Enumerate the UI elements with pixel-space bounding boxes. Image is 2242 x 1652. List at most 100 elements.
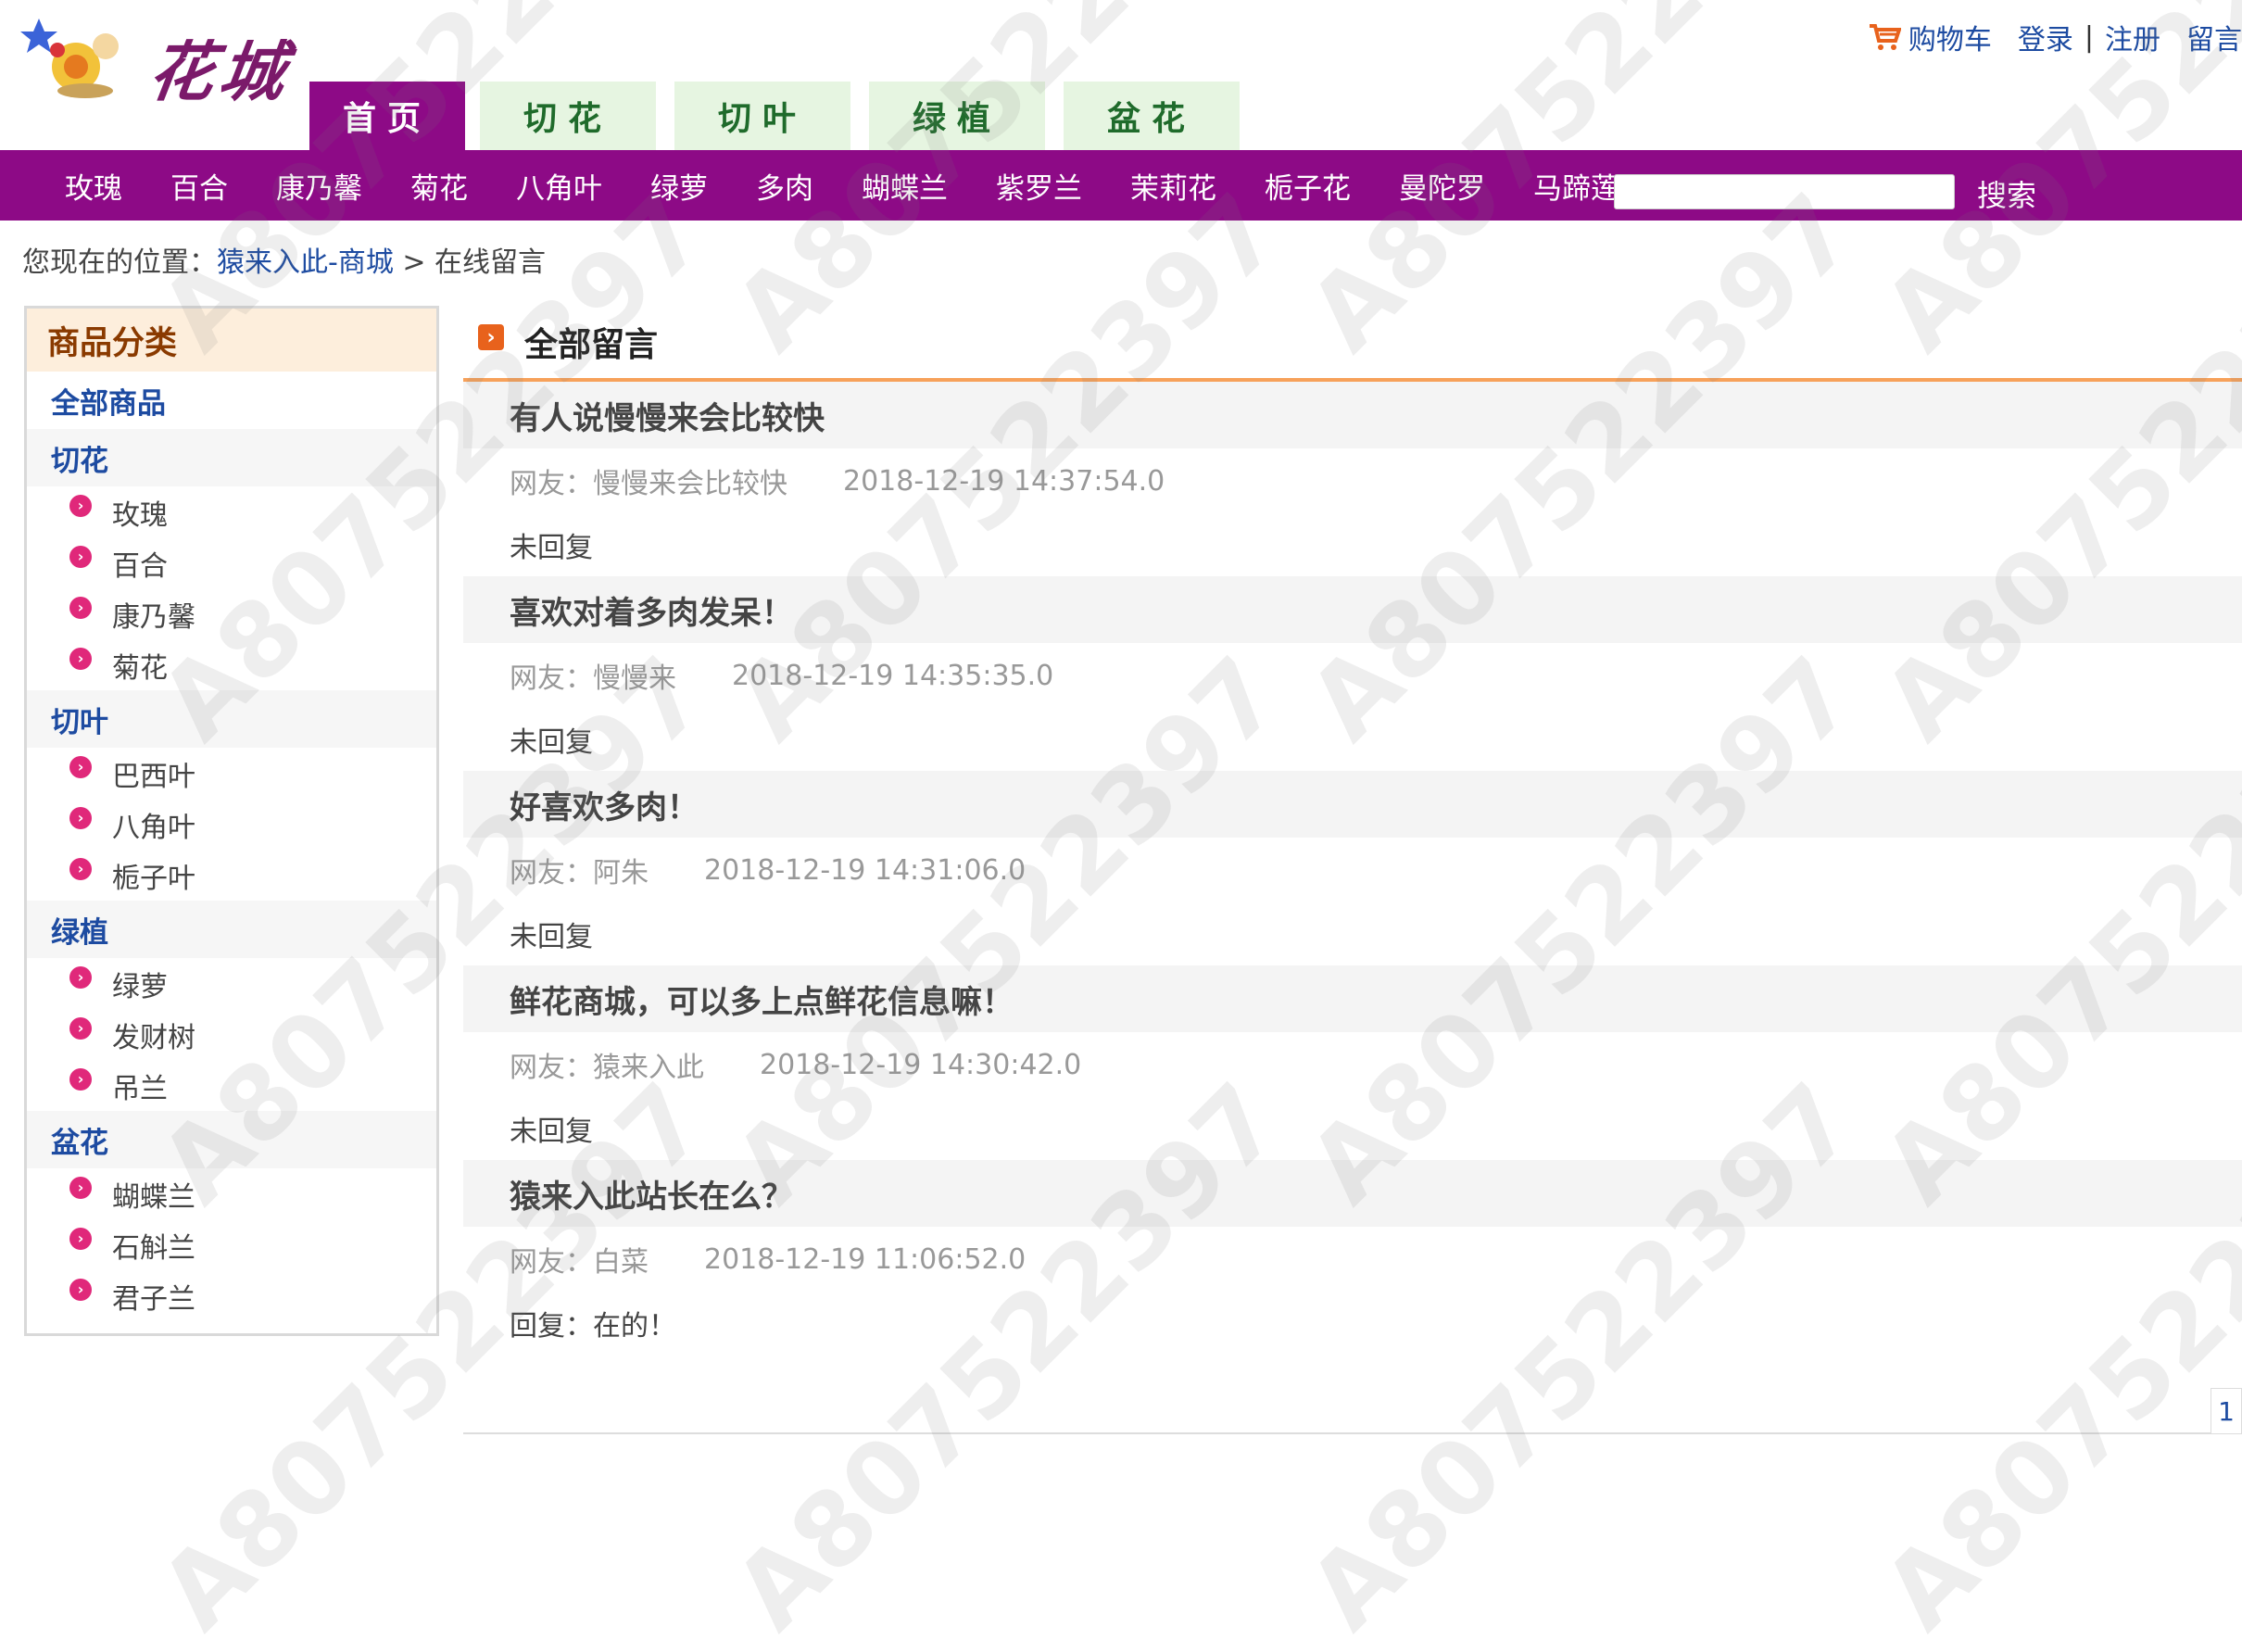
category-cut-leaves[interactable]: 切叶 — [27, 690, 436, 748]
arrow-bullet-icon: › — [69, 1278, 92, 1301]
category-sidebar: 商品分类 全部商品 切花 › 玫瑰 › 百合 › 康乃馨 › 菊花 切叶 › 巴西叶 › 八… — [24, 306, 439, 1336]
arrow-bullet-icon: › — [69, 857, 92, 880]
subcategory-item[interactable]: › 绿萝 — [27, 958, 436, 1009]
logo-text: 花城 — [144, 33, 296, 110]
tab-cut-leaves[interactable]: 切叶 — [674, 82, 850, 150]
nav-item-gardenia[interactable]: 栀子花 — [1265, 165, 1351, 207]
message-meta: 网友：猿来入此 2018-12-19 14:30:42.0 — [463, 1032, 2242, 1097]
arrow-bullet-icon: › — [69, 596, 92, 619]
subcategory-label: 石斛兰 — [112, 1231, 195, 1265]
nav-item-jasmine[interactable]: 茉莉花 — [1130, 165, 1216, 207]
nav-item-lily[interactable]: 百合 — [170, 165, 228, 207]
message-title: 喜欢对着多肉发呆！ — [463, 576, 2242, 643]
message-item: 好喜欢多肉！ 网友：阿朱 2018-12-19 14:31:06.0 未回复 — [463, 771, 2242, 965]
search-input[interactable] — [1614, 174, 1955, 209]
subcategory-item[interactable]: › 君子兰 — [27, 1270, 436, 1321]
message-meta: 网友：阿朱 2018-12-19 14:31:06.0 — [463, 838, 2242, 902]
message-time: 2018-12-19 11:06:52.0 — [704, 1242, 1027, 1276]
subcategory-item[interactable]: › 蝴蝶兰 — [27, 1168, 436, 1219]
nav-item-orchid[interactable]: 蝴蝶兰 — [862, 165, 948, 207]
breadcrumb-home-link[interactable]: 猿来入此-商城 — [217, 246, 394, 279]
subcategory-label: 蝴蝶兰 — [112, 1180, 195, 1214]
cart-link[interactable]: 购物车 — [1868, 17, 1992, 57]
subcategory-label: 绿萝 — [112, 970, 168, 1003]
nav-item-fatsia[interactable]: 八角叶 — [516, 165, 602, 207]
tab-cut-flowers[interactable]: 切花 — [480, 82, 656, 150]
nav-item-calla[interactable]: 马蹄莲 — [1533, 165, 1619, 207]
arrow-bullet-icon: › — [69, 545, 92, 568]
arrow-bullet-icon: › — [69, 965, 92, 989]
message-list: 有人说慢慢来会比较快 网友：慢慢来会比较快 2018-12-19 14:37:54… — [463, 382, 2242, 1355]
register-link[interactable]: 注册 — [2105, 17, 2160, 57]
message-link[interactable]: 留言 — [2186, 17, 2242, 57]
nav-item-succulent[interactable]: 多肉 — [756, 165, 813, 207]
tab-potted-flowers[interactable]: 盆花 — [1064, 82, 1240, 150]
message-item: 猿来入此站长在么？ 网友：白菜 2018-12-19 11:06:52.0 回复：… — [463, 1160, 2242, 1355]
category-tabs: 首页 切花 切叶 绿植 盆花 — [309, 82, 1258, 150]
message-author: 网友：白菜 — [510, 1246, 649, 1279]
message-author: 网友：慢慢来 — [510, 662, 676, 695]
nav-item-carnation[interactable]: 康乃馨 — [276, 165, 362, 207]
message-title: 鲜花商城，可以多上点鲜花信息嘛！ — [463, 965, 2242, 1032]
subcategory-label: 巴西叶 — [112, 760, 195, 793]
message-author: 网友：猿来入此 — [510, 1052, 704, 1084]
message-reply: 未回复 — [510, 921, 593, 953]
message-meta: 网友：慢慢来 2018-12-19 14:35:35.0 — [463, 643, 2242, 708]
pagination-page-1[interactable]: 1 — [2211, 1388, 2242, 1434]
top-links: 购物车 登录 | 注册 留言 — [1868, 17, 2242, 57]
nav-item-chrysanthemum[interactable]: 菊花 — [410, 165, 468, 207]
breadcrumb: 您现在的位置：猿来入此-商城 > 在线留言 — [22, 239, 546, 280]
tab-green-plants[interactable]: 绿植 — [869, 82, 1045, 150]
breadcrumb-current: 在线留言 — [435, 246, 547, 279]
subcategory-item[interactable]: › 玫瑰 — [27, 486, 436, 537]
search-button[interactable]: 搜索 — [1977, 172, 2036, 215]
site-logo[interactable]: 花城 — [20, 9, 298, 111]
category-potted-flowers[interactable]: 盆花 — [27, 1111, 436, 1168]
message-title: 好喜欢多肉！ — [463, 771, 2242, 838]
login-link[interactable]: 登录 — [2018, 17, 2073, 57]
subcategory-item[interactable]: › 栀子叶 — [27, 850, 436, 901]
category-cut-flowers[interactable]: 切花 — [27, 429, 436, 486]
subcategory-item[interactable]: › 石斛兰 — [27, 1219, 436, 1270]
arrow-bullet-icon: › — [69, 494, 92, 517]
subcategory-item[interactable]: › 吊兰 — [27, 1060, 436, 1111]
subcategory-item[interactable]: › 菊花 — [27, 639, 436, 690]
cart-icon — [1869, 24, 1901, 50]
message-board: › 全部留言 有人说慢慢来会比较快 网友：慢慢来会比较快 2018-12-19 1… — [463, 306, 2242, 1355]
message-reply: 未回复 — [510, 1116, 593, 1148]
message-meta: 网友：白菜 2018-12-19 11:06:52.0 — [463, 1227, 2242, 1292]
subcategory-item[interactable]: › 八角叶 — [27, 799, 436, 850]
category-all[interactable]: 全部商品 — [27, 372, 436, 429]
arrow-bullet-icon: › — [69, 647, 92, 670]
nav-item-pothos[interactable]: 绿萝 — [650, 165, 708, 207]
tab-home[interactable]: 首页 — [309, 82, 465, 150]
arrow-bullet-icon: › — [69, 1067, 92, 1091]
sidebar-title: 商品分类 — [27, 309, 436, 372]
breadcrumb-separator: > — [393, 246, 435, 279]
message-board-header: › 全部留言 — [463, 306, 2242, 382]
subcategory-item[interactable]: › 发财树 — [27, 1009, 436, 1060]
nav-item-rose[interactable]: 玫瑰 — [65, 165, 122, 207]
message-time: 2018-12-19 14:37:54.0 — [843, 464, 1165, 498]
message-reply: 未回复 — [510, 532, 593, 564]
cart-label: 购物车 — [1908, 24, 1992, 57]
subcategory-item[interactable]: › 康乃馨 — [27, 588, 436, 639]
link-separator: | — [2084, 20, 2094, 54]
subcategory-item[interactable]: › 百合 — [27, 537, 436, 588]
message-title: 有人说慢慢来会比较快 — [463, 382, 2242, 448]
message-author: 网友：阿朱 — [510, 857, 649, 889]
message-item: 鲜花商城，可以多上点鲜花信息嘛！ 网友：猿来入此 2018-12-19 14:30… — [463, 965, 2242, 1160]
subcategory-label: 玫瑰 — [112, 498, 168, 532]
nav-item-datura[interactable]: 曼陀罗 — [1399, 165, 1485, 207]
message-time: 2018-12-19 14:31:06.0 — [704, 853, 1027, 887]
product-nav-list: 玫瑰 百合 康乃馨 菊花 八角叶 绿萝 多肉 蝴蝶兰 紫罗兰 茉莉花 栀子花 曼… — [0, 165, 1668, 207]
category-green-plants[interactable]: 绿植 — [27, 901, 436, 958]
arrow-bullet-icon: › — [69, 1176, 92, 1199]
message-time: 2018-12-19 14:30:42.0 — [760, 1048, 1082, 1081]
subcategory-item[interactable]: › 巴西叶 — [27, 748, 436, 799]
subcategory-label: 吊兰 — [112, 1072, 168, 1105]
nav-item-violet[interactable]: 紫罗兰 — [996, 165, 1082, 207]
message-item: 喜欢对着多肉发呆！ 网友：慢慢来 2018-12-19 14:35:35.0 未回… — [463, 576, 2242, 771]
arrow-bullet-icon: › — [69, 755, 92, 778]
flower-logo-icon — [20, 19, 119, 98]
